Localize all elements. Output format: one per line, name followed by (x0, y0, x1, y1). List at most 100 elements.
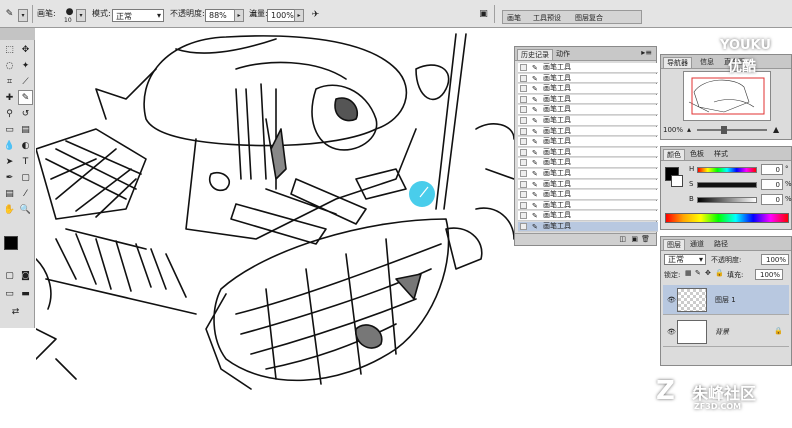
tab-history[interactable]: 历史记录 (517, 49, 553, 60)
tab-channels[interactable]: 通道 (687, 239, 707, 250)
history-item[interactable]: ✎ 画笔工具 (518, 211, 658, 221)
tab-styles[interactable]: 样式 (711, 149, 731, 160)
history-item[interactable]: ✎ 画笔工具 (518, 158, 658, 168)
history-source-checkbox[interactable] (520, 170, 527, 177)
dock-tab-brushes[interactable]: 画笔 (507, 13, 521, 23)
history-item[interactable]: ✎ 画笔工具 (518, 190, 658, 200)
mode-select[interactable]: 正常 ▾ (112, 9, 164, 22)
quick-mask-icon[interactable]: ◙ (18, 268, 33, 283)
opacity-input[interactable]: 88% (205, 9, 235, 22)
magic-wand-icon[interactable]: ✦ (18, 58, 33, 73)
color-spectrum-bar[interactable] (665, 213, 789, 223)
tab-actions[interactable]: 动作 (553, 49, 573, 60)
lasso-tool-icon[interactable]: ◌ (2, 58, 17, 73)
dock-tab-tool-presets[interactable]: 工具预设 (533, 13, 561, 23)
saturation-slider[interactable] (697, 182, 757, 188)
lock-position-icon[interactable]: ✥ (705, 269, 711, 277)
history-source-checkbox[interactable] (520, 138, 527, 146)
eyedropper-icon[interactable]: ⁄ (18, 186, 33, 201)
brightness-value[interactable]: 0 (761, 194, 783, 205)
zoom-slider[interactable] (697, 129, 767, 131)
airbrush-icon[interactable]: ✈ (308, 7, 323, 22)
blend-mode-select[interactable]: 正常 ▾ (664, 254, 706, 265)
type-tool-icon[interactable]: T (18, 154, 33, 169)
zoom-out-icon[interactable]: ▴ (687, 125, 691, 134)
color-background-swatch[interactable] (671, 175, 683, 187)
layer-row-layer1[interactable]: 👁 图层 1 (663, 285, 789, 315)
history-item[interactable]: ✎ 画笔工具 (518, 179, 658, 190)
brush-tool-active-icon[interactable]: ✎ (18, 90, 33, 105)
zoom-slider-thumb[interactable] (721, 126, 727, 134)
opacity-slider-arrow[interactable]: ▸ (234, 9, 244, 22)
history-item[interactable]: ✎ 画笔工具 (518, 63, 658, 73)
brightness-slider[interactable] (697, 197, 757, 203)
flow-slider-arrow[interactable]: ▸ (294, 9, 304, 22)
history-source-checkbox[interactable] (520, 201, 527, 209)
clone-stamp-icon[interactable]: ⚲ (2, 106, 17, 121)
shape-tool-icon[interactable]: ▢ (18, 170, 33, 185)
history-source-checkbox[interactable] (520, 180, 527, 188)
history-brush-icon[interactable]: ↺ (18, 106, 33, 121)
history-source-checkbox[interactable] (520, 74, 527, 82)
jump-to-imageready-icon[interactable]: ⇄ (8, 304, 23, 319)
marquee-tool-icon[interactable]: ⬚ (2, 42, 17, 57)
history-source-checkbox[interactable] (520, 117, 527, 124)
history-source-checkbox[interactable] (520, 85, 527, 93)
blur-tool-icon[interactable]: 💧 (2, 138, 17, 153)
layer-row-background[interactable]: 👁 背景 🔒 (663, 317, 789, 347)
hand-tool-icon[interactable]: ✋ (2, 202, 17, 217)
gradient-tool-icon[interactable]: ▤ (18, 122, 33, 137)
history-source-checkbox[interactable] (520, 191, 527, 199)
history-source-checkbox[interactable] (520, 64, 527, 71)
tab-paths[interactable]: 路径 (711, 239, 731, 250)
healing-brush-icon[interactable]: ✚ (2, 90, 17, 105)
new-document-icon[interactable]: ▣ (631, 235, 638, 243)
saturation-value[interactable]: 0 (761, 179, 783, 190)
flow-input[interactable]: 100% (267, 9, 295, 22)
new-snapshot-icon[interactable]: ◫ (619, 235, 626, 243)
foreground-color-swatch[interactable] (4, 236, 18, 250)
tab-swatches[interactable]: 色板 (687, 149, 707, 160)
screen-mode-icon[interactable]: ▭ (2, 286, 17, 301)
history-item[interactable]: ✎ 画笔工具 (518, 84, 658, 94)
history-item[interactable]: ✎ 画笔工具 (518, 94, 658, 105)
palette-well-icon[interactable]: ▣ (476, 6, 491, 21)
brush-tool-icon[interactable]: ✎ (2, 6, 17, 21)
history-item[interactable]: ✎ 画笔工具 (518, 105, 658, 115)
zoom-in-icon[interactable]: ▲ (773, 125, 779, 134)
tab-navigator[interactable]: 导航器 (663, 57, 692, 68)
layer-opacity-input[interactable]: 100% (761, 254, 789, 265)
history-item[interactable]: ✎ 画笔工具 (518, 137, 658, 147)
panel-menu-icon[interactable]: ▸≡ (641, 48, 652, 57)
history-source-checkbox[interactable] (520, 127, 527, 135)
history-source-checkbox[interactable] (520, 159, 527, 167)
move-tool-icon[interactable]: ✥ (18, 42, 33, 57)
dock-tab-layer-comps[interactable]: 图层复合 (575, 13, 603, 23)
trash-icon[interactable]: 🗑 (641, 235, 650, 243)
history-source-checkbox[interactable] (520, 212, 527, 220)
fill-input[interactable]: 100% (755, 269, 783, 280)
history-item[interactable]: ✎ 画笔工具 (518, 116, 658, 126)
brush-picker-arrow[interactable]: ▾ (76, 9, 86, 22)
history-source-checkbox[interactable] (520, 223, 527, 230)
slice-tool-icon[interactable]: ⟋ (18, 74, 33, 89)
fullscreen-mode-icon[interactable]: ▬ (18, 286, 33, 301)
eye-icon[interactable]: 👁 (667, 328, 676, 336)
history-item[interactable]: ✎ 画笔工具 (518, 200, 658, 211)
standard-mode-icon[interactable]: ▢ (2, 268, 17, 283)
lock-image-icon[interactable]: ✎ (695, 269, 701, 277)
history-source-checkbox[interactable] (520, 148, 527, 156)
notes-tool-icon[interactable]: ▤ (2, 186, 17, 201)
navigator-zoom[interactable]: 100% (663, 126, 683, 134)
eraser-tool-icon[interactable]: ▭ (2, 122, 17, 137)
pen-tool-icon[interactable]: ✒ (2, 170, 17, 185)
navigator-thumbnail[interactable] (683, 71, 771, 121)
tab-color[interactable]: 颜色 (663, 149, 685, 160)
history-item[interactable]: ✎ 画笔工具 (518, 147, 658, 158)
tab-layers[interactable]: 图层 (663, 239, 685, 250)
history-source-checkbox[interactable] (520, 95, 527, 103)
path-selection-icon[interactable]: ➤ (2, 154, 17, 169)
dodge-tool-icon[interactable]: ◐ (18, 138, 33, 153)
zoom-tool-icon[interactable]: 🔍 (18, 202, 33, 217)
lock-transparency-icon[interactable]: ▦ (685, 269, 692, 277)
